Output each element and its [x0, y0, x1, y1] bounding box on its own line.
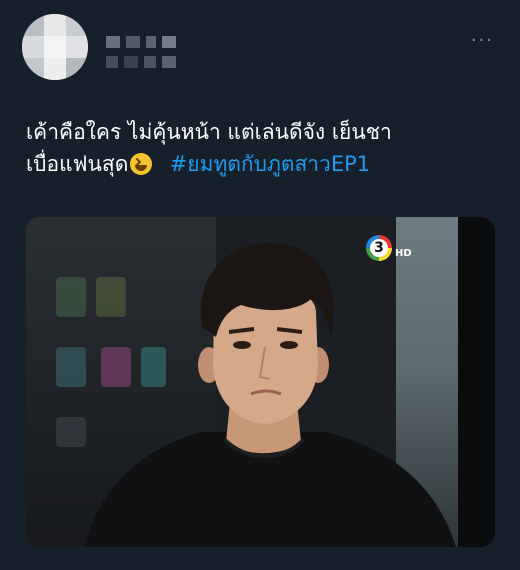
channel-3-ring-icon: 3 — [366, 235, 392, 261]
tweet-media-image[interactable]: 3 HD — [26, 217, 495, 547]
tweet-text: เค้าคือใคร ไม่คุ้นหน้า แต่เล่นดีจัง เย็น… — [26, 116, 496, 180]
more-options-icon[interactable]: ··· — [471, 30, 494, 51]
user-handle-blurred — [106, 56, 176, 68]
grinning-squinting-face-icon — [130, 153, 153, 175]
channel-3-hd-logo: 3 HD — [366, 235, 412, 261]
user-avatar[interactable] — [22, 14, 88, 80]
user-name-block[interactable] — [106, 36, 176, 76]
tweet-text-line-1: เค้าคือใคร ไม่คุ้นหน้า แต่เล่นดีจัง เย็น… — [26, 120, 392, 144]
display-name-blurred — [106, 36, 176, 48]
tweet-card: ··· เค้าคือใคร ไม่คุ้นหน้า แต่เล่นดีจัง … — [0, 0, 520, 570]
channel-number: 3 — [370, 239, 388, 257]
channel-hd-badge: HD — [395, 247, 412, 259]
tweet-text-line-2-words: เบื่อแฟนสุด — [26, 152, 129, 176]
person-figure — [86, 242, 456, 547]
tweet-text-line-2: เบื่อแฟนสุด #ยมทูตกับภูตสาวEP1 — [26, 148, 496, 180]
hashtag-link[interactable]: #ยมทูตกับภูตสาวEP1 — [170, 152, 370, 176]
